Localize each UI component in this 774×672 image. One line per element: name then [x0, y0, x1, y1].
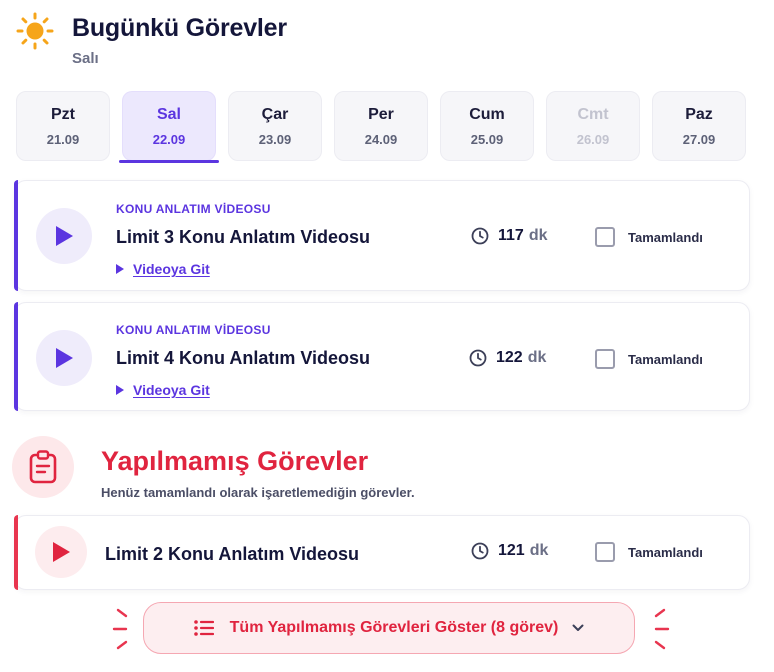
video-link[interactable]: Videoya Git — [116, 382, 210, 398]
duration-unit: dk — [529, 542, 549, 559]
chevron-down-icon — [572, 624, 584, 631]
missed-task-card: Limit 2 Konu Anlatım Videosu 121 dk Tama… — [14, 515, 750, 590]
day-name: Cmt — [577, 105, 609, 123]
missed-section-header: Yapılmamış Görevler Henüz tamamlandı ola… — [12, 436, 415, 500]
list-icon — [193, 620, 214, 636]
missed-section-subtitle: Henüz tamamlandı olarak işaretlemediğin … — [101, 485, 415, 500]
day-name: Paz — [685, 105, 713, 123]
missed-section-title: Yapılmamış Görevler — [101, 446, 369, 476]
day-name: Çar — [261, 105, 289, 123]
spark-right-icon — [654, 608, 670, 650]
play-icon — [53, 542, 70, 562]
video-link-label: Videoya Git — [133, 261, 210, 277]
day-name: Per — [368, 105, 394, 123]
video-link[interactable]: Videoya Git — [116, 261, 210, 277]
day-date: 25.09 — [470, 131, 504, 147]
duration-value: 117 — [498, 227, 524, 244]
play-button[interactable] — [35, 526, 87, 578]
duration-unit: dk — [528, 227, 548, 244]
card-accent-bar — [14, 302, 18, 411]
day-tab-paz[interactable]: Paz 27.09 — [652, 91, 746, 161]
play-button[interactable] — [36, 208, 92, 264]
day-date: 24.09 — [364, 131, 398, 147]
checkbox-box[interactable] — [595, 349, 615, 369]
spark-left-icon — [112, 608, 128, 650]
day-date: 23.09 — [258, 131, 292, 147]
day-name: Pzt — [51, 105, 75, 123]
play-icon — [56, 226, 73, 246]
card-accent-bar — [14, 515, 18, 590]
clipboard-icon-badge — [12, 436, 74, 498]
checkbox-box[interactable] — [595, 542, 615, 562]
page-title: Bugünkü Görevler — [72, 14, 287, 42]
task-category: KONU ANLATIM VİDEOSU — [116, 323, 271, 337]
task-title: Limit 3 Konu Anlatım Videosu — [116, 227, 371, 247]
checkbox-label: Tamamlandı — [628, 351, 703, 367]
sun-icon — [16, 12, 54, 50]
checkbox-box[interactable] — [595, 227, 615, 247]
card-accent-bar — [14, 180, 18, 291]
day-tab-per[interactable]: Per 24.09 — [334, 91, 428, 161]
day-tab-sal[interactable]: Sal 22.09 — [119, 91, 219, 163]
play-icon — [56, 348, 73, 368]
day-date: 21.09 — [46, 131, 80, 147]
day-selector: Pzt 21.09 Sal 22.09 Çar 23.09 Per 24.09 … — [16, 91, 746, 163]
day-tab-cmt: Cmt 26.09 — [546, 91, 640, 161]
duration-unit: dk — [527, 349, 547, 366]
day-date: 26.09 — [576, 131, 610, 147]
page-subtitle: Salı — [72, 50, 99, 67]
complete-checkbox[interactable]: Tamamlandı — [595, 227, 703, 247]
show-all-missed-button[interactable]: Tüm Yapılmamış Görevleri Göster (8 görev… — [143, 602, 635, 654]
clock-icon — [471, 542, 489, 560]
duration-value: 122 — [496, 349, 523, 366]
checkbox-label: Tamamlandı — [628, 229, 703, 245]
clock-icon — [471, 227, 489, 245]
day-name: Cum — [469, 105, 505, 123]
play-triangle-icon — [116, 385, 124, 395]
task-duration: 121 dk — [471, 542, 548, 560]
day-tab-cum[interactable]: Cum 25.09 — [440, 91, 534, 161]
complete-checkbox[interactable]: Tamamlandı — [595, 542, 703, 562]
day-tab-car[interactable]: Çar 23.09 — [228, 91, 322, 161]
task-duration: 122 dk — [469, 349, 546, 367]
video-link-label: Videoya Git — [133, 382, 210, 398]
task-title: Limit 4 Konu Anlatım Videosu — [116, 348, 371, 368]
clipboard-icon — [29, 450, 57, 484]
task-card: KONU ANLATIM VİDEOSU Limit 3 Konu Anlatı… — [14, 180, 750, 291]
day-date: 27.09 — [682, 131, 716, 147]
page-header: Bugünkü Görevler Salı — [16, 10, 287, 67]
task-card: KONU ANLATIM VİDEOSU Limit 4 Konu Anlatı… — [14, 302, 750, 411]
day-name: Sal — [156, 105, 181, 123]
play-button[interactable] — [36, 330, 92, 386]
task-category: KONU ANLATIM VİDEOSU — [116, 202, 271, 216]
show-all-label: Tüm Yapılmamış Görevleri Göster (8 görev… — [229, 619, 559, 636]
day-tab-pzt[interactable]: Pzt 21.09 — [16, 91, 110, 161]
complete-checkbox[interactable]: Tamamlandı — [595, 349, 703, 369]
duration-value: 121 — [498, 542, 525, 559]
clock-icon — [469, 349, 487, 367]
play-triangle-icon — [116, 264, 124, 274]
task-duration: 117 dk — [471, 227, 547, 245]
task-title: Limit 2 Konu Anlatım Videosu — [105, 544, 360, 564]
checkbox-label: Tamamlandı — [628, 544, 703, 560]
day-date: 22.09 — [152, 131, 186, 147]
